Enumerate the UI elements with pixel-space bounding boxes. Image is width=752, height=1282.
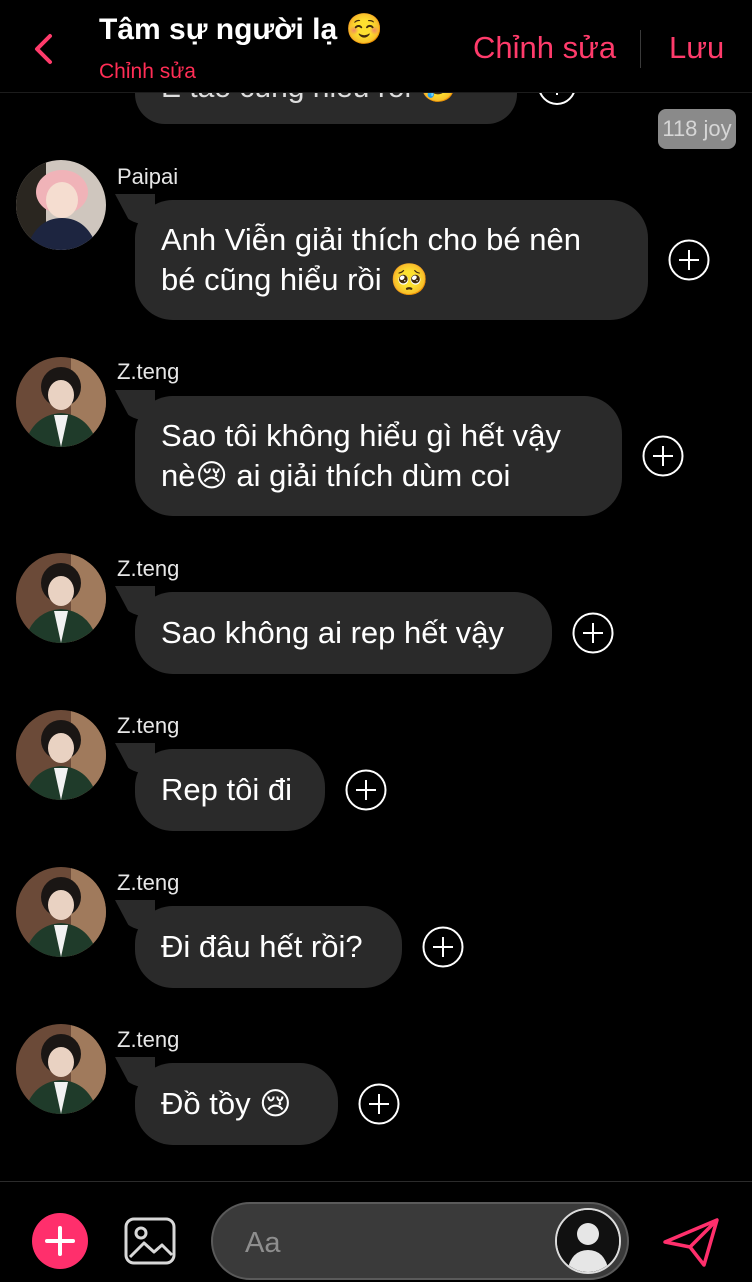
message-line: Đồ tồy 😢	[161, 1086, 292, 1121]
avatar[interactable]	[16, 710, 106, 800]
back-chevron-icon[interactable]	[28, 30, 62, 68]
chat-title: Tâm sự người lạ ☺️	[99, 13, 383, 46]
edit-button[interactable]: Chỉnh sửa	[473, 30, 616, 66]
sender-name: Z.teng	[117, 713, 180, 738]
sender-name: Z.teng	[117, 359, 180, 384]
chat-header: Tâm sự người lạ ☺️ Chỉnh sửa Chỉnh sửa L…	[0, 0, 752, 93]
image-icon[interactable]	[124, 1217, 176, 1265]
plus-circle-icon[interactable]	[642, 435, 684, 477]
send-icon[interactable]	[662, 1216, 720, 1268]
plus-circle-icon[interactable]	[422, 926, 464, 968]
plus-circle-icon[interactable]	[345, 769, 387, 811]
chat-subtitle[interactable]: Chỉnh sửa	[99, 60, 196, 84]
message-bubble[interactable]: Sao không ai rep hết vậy	[135, 592, 552, 674]
composer-bar	[0, 1181, 752, 1282]
plus-circle-icon[interactable]	[572, 612, 614, 654]
avatar[interactable]	[16, 553, 106, 643]
message-bubble[interactable]: Đi đâu hết rồi?	[135, 906, 402, 988]
message-line: bé cũng hiểu rồi 🥺	[161, 262, 429, 297]
avatar[interactable]	[16, 160, 106, 250]
message-line: Anh Viễn giải thích cho bé nên	[161, 222, 581, 257]
plus-circle-icon[interactable]	[668, 239, 710, 281]
sender-name: Z.teng	[117, 870, 180, 895]
plus-circle-icon[interactable]	[358, 1083, 400, 1125]
add-icon	[45, 1226, 75, 1256]
message-bubble[interactable]: Anh Viễn giải thích cho bé nên bé cũng h…	[135, 200, 648, 320]
avatar[interactable]	[16, 867, 106, 957]
message-line: Sao không ai rep hết vậy	[161, 615, 504, 650]
avatar[interactable]	[16, 1024, 106, 1114]
message-input-container[interactable]	[211, 1202, 629, 1280]
user-avatar-icon[interactable]	[555, 1208, 621, 1274]
message-bubble[interactable]: Rep tôi đi	[135, 749, 325, 831]
sender-name: Z.teng	[117, 1027, 180, 1052]
message-line: Sao tôi không hiểu gì hết vậy	[161, 418, 561, 453]
add-button[interactable]	[32, 1213, 88, 1269]
message-line: Rep tôi đi	[161, 772, 292, 807]
message-line: Đi đâu hết rồi?	[161, 929, 363, 964]
header-divider	[640, 30, 641, 68]
joy-count-badge: 118 joy	[658, 109, 736, 149]
avatar[interactable]	[16, 357, 106, 447]
message-bubble[interactable]: Sao tôi không hiểu gì hết vậy nè😢 ai giả…	[135, 396, 622, 516]
message-line: nè😢 ai giải thích dùm coi	[161, 458, 511, 493]
save-button[interactable]: Lưu	[669, 30, 724, 66]
sender-name: Paipai	[117, 164, 179, 189]
message-bubble[interactable]: Đồ tồy 😢	[135, 1063, 338, 1145]
message-input[interactable]	[243, 1222, 547, 1264]
sender-name: Z.teng	[117, 556, 180, 581]
